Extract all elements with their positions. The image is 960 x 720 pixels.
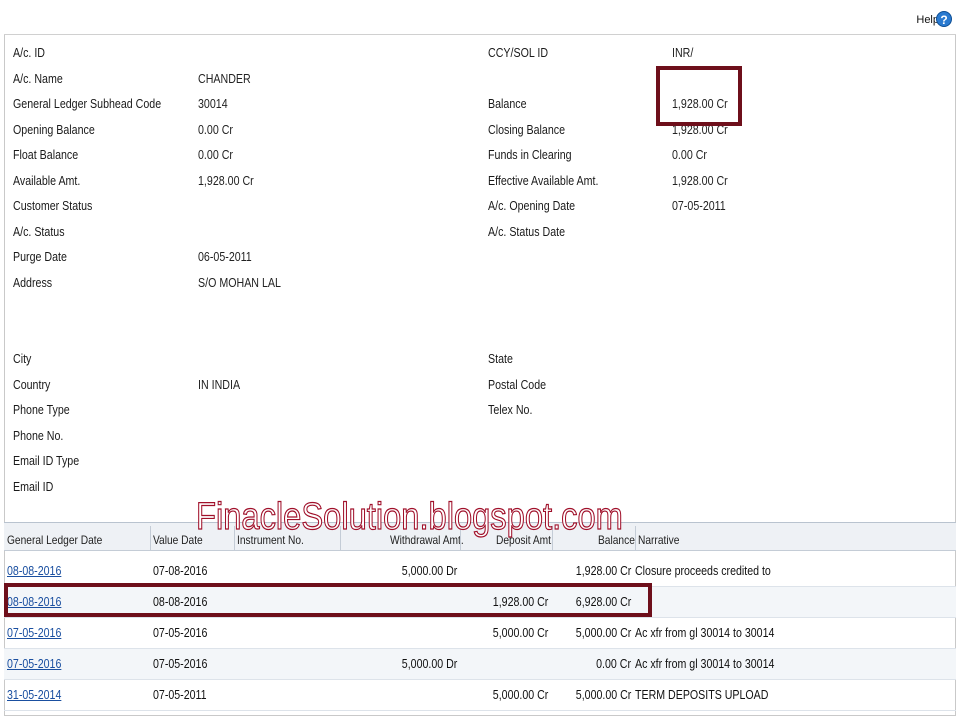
label-opening-balance: Opening Balance [13,122,95,137]
label-purge-date: Purge Date [13,249,67,264]
balance-cell: 0.00 Cr [596,657,631,671]
label-float-balance: Float Balance [13,147,79,162]
label-city: City [13,351,32,366]
label-closing-balance: Closing Balance [488,122,566,137]
balance-highlight-box [656,66,742,126]
label-gl-subhead-code: General Ledger Subhead Code [13,96,162,111]
value-country: IN INDIA [198,377,241,392]
table-row: 07-05-2016 07-05-2016 5,000.00 Cr 5,000.… [4,618,956,649]
deposit-cell: 5,000.00 Cr [492,626,548,640]
column-divider [150,526,151,550]
value-account-name: CHANDER [198,71,251,86]
label-account-opening-date: A/c. Opening Date [488,198,576,213]
label-telex-no: Telex No. [488,402,533,417]
value-account-opening-date: 07-05-2011 [672,198,726,213]
label-phone-type: Phone Type [13,402,70,417]
label-email-id: Email ID [13,479,54,494]
row-highlight-box [4,583,652,617]
label-account-status-date: A/c. Status Date [488,224,566,239]
narrative-cell: Closure proceeds credited to [635,564,771,578]
narrative-cell: Ac xfr from gl 30014 to 30014 [635,626,775,640]
account-details-panel: A/c. ID A/c. Name General Ledger Subhead… [4,35,956,522]
deposit-cell: 5,000.00 Cr [492,688,548,702]
value-purge-date: 06-05-2011 [198,249,252,264]
value-date-cell: 07-08-2016 [153,564,208,578]
label-account-status: A/c. Status [13,224,65,239]
balance-cell: 5,000.00 Cr [575,626,631,640]
label-ccy-sol-id: CCY/SOL ID [488,45,549,60]
value-date-cell: 07-05-2016 [153,657,208,671]
help-icon[interactable]: ? [936,11,952,27]
label-email-id-type: Email ID Type [13,453,80,468]
narrative-cell: Ac xfr from gl 30014 to 30014 [635,657,775,671]
transaction-table: General Ledger Date Value Date Instrumen… [4,522,956,717]
withdrawal-cell: 5,000.00 Dr [401,564,457,578]
label-available-amt: Available Amt. [13,173,81,188]
gl-date-link[interactable]: 07-05-2016 [7,626,61,640]
value-ccy-sol-id: INR/ [672,45,694,60]
label-address: Address [13,275,53,290]
gl-date-link[interactable]: 07-05-2016 [7,657,61,671]
column-header-narrative[interactable]: Narrative [638,533,679,547]
table-row: 07-05-2016 07-05-2016 5,000.00 Dr 0.00 C… [4,649,956,680]
label-effective-available-amt: Effective Available Amt. [488,173,599,188]
label-phone-no: Phone No. [13,428,64,443]
gl-date-link[interactable]: 08-08-2016 [7,564,61,578]
value-funds-in-clearing: 0.00 Cr [672,147,707,162]
column-header-gl-date[interactable]: General Ledger Date [7,533,102,547]
label-funds-in-clearing: Funds in Clearing [488,147,572,162]
balance-cell: 1,928.00 Cr [575,564,631,578]
label-account-name: A/c. Name [13,71,63,86]
value-date-cell: 07-05-2016 [153,626,208,640]
watermark-text: FinacleSolution.blogspot.com [195,495,623,538]
label-state: State [488,351,513,366]
gl-date-link[interactable]: 31-05-2014 [7,688,61,702]
value-opening-balance: 0.00 Cr [198,122,233,137]
value-float-balance: 0.00 Cr [198,147,233,162]
label-customer-status: Customer Status [13,198,93,213]
column-divider [635,526,636,550]
label-country: Country [13,377,51,392]
label-postal-code: Postal Code [488,377,547,392]
label-balance: Balance [488,96,527,111]
value-gl-subhead-code: 30014 [198,96,228,111]
withdrawal-cell: 5,000.00 Dr [401,657,457,671]
table-row: 31-05-2014 07-05-2011 5,000.00 Cr 5,000.… [4,680,956,711]
value-date-cell: 07-05-2011 [153,688,207,702]
balance-cell: 5,000.00 Cr [575,688,631,702]
label-account-id: A/c. ID [13,45,45,60]
value-address: S/O MOHAN LAL [198,275,281,290]
narrative-cell: TERM DEPOSITS UPLOAD [635,688,769,702]
top-toolbar: Help ? [4,4,956,35]
value-effective-available-amt: 1,928.00 Cr [672,173,728,188]
value-available-amt: 1,928.00 Cr [198,173,254,188]
